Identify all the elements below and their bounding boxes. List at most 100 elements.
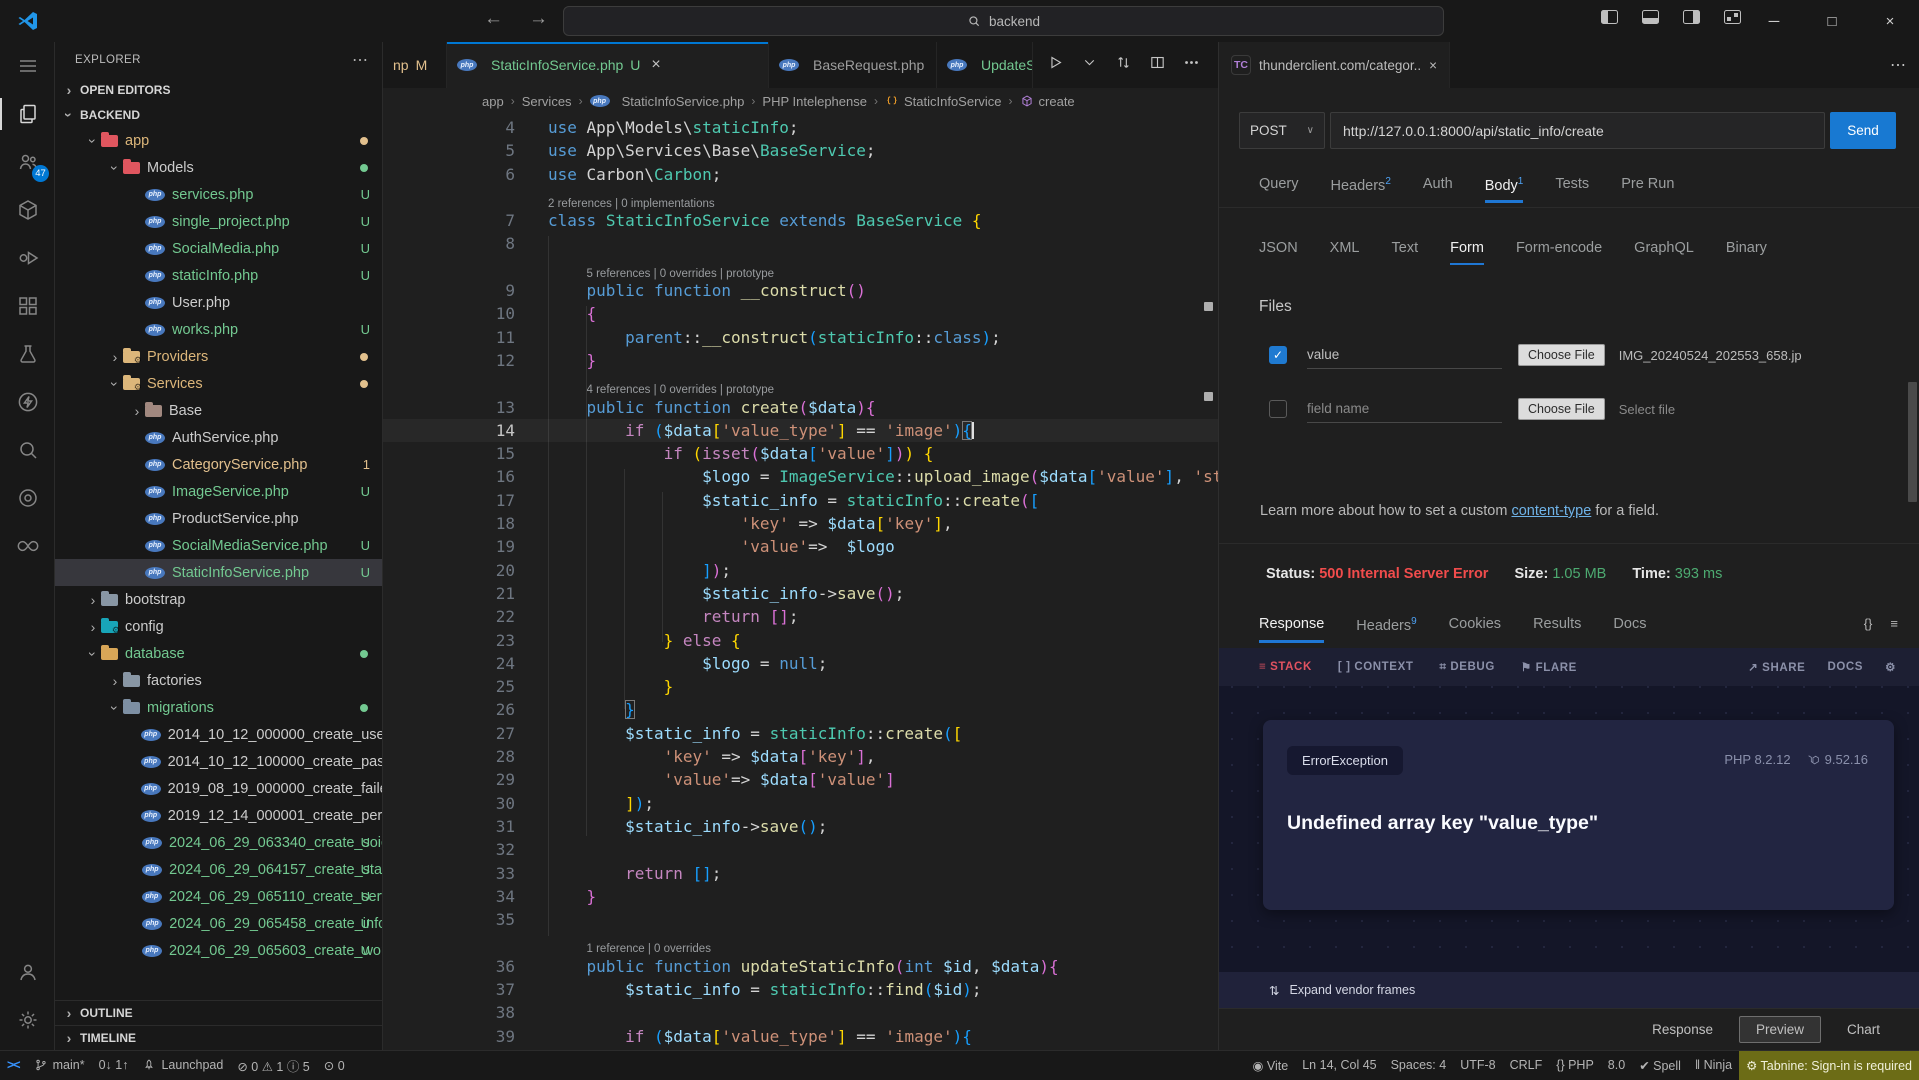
docs-button[interactable]: DOCS	[1827, 661, 1863, 673]
code-line-25[interactable]: 25 }	[383, 675, 1218, 698]
file-2024-06-29-065110-create-services-[interactable]: php2024_06_29_065110_create_services_...…	[55, 883, 382, 910]
code-line-14[interactable]: 14 if ($data['value_type'] == 'image'){	[383, 419, 1218, 442]
code-line-20[interactable]: 20 ]);	[383, 559, 1218, 582]
outline-section[interactable]: ›OUTLINE	[55, 1000, 382, 1025]
file-authservice-php[interactable]: phpAuthService.php	[55, 424, 382, 451]
ignition-tab-debug[interactable]: ⌗ DEBUG	[1439, 661, 1494, 674]
status-language-mode[interactable]: {} PHP	[1549, 1051, 1601, 1080]
folder-providers[interactable]: ›Providers	[55, 343, 382, 370]
code-line-9[interactable]: 9 public function __construct()	[383, 279, 1218, 302]
code-line-16[interactable]: 16 $logo = ImageService::upload_image($d…	[383, 465, 1218, 488]
folder-bootstrap[interactable]: ›bootstrap	[55, 586, 382, 613]
body-tab-form[interactable]: Form	[1450, 240, 1484, 265]
breadcrumb-item[interactable]: create	[1020, 94, 1075, 109]
status-cursor-position[interactable]: Ln 14, Col 45	[1295, 1051, 1383, 1080]
status-indentation[interactable]: Spaces: 4	[1384, 1051, 1454, 1080]
ignition-tab-flare[interactable]: ⚑ FLARE	[1521, 660, 1577, 674]
extensions-icon[interactable]	[0, 282, 55, 330]
code-line-37[interactable]: 37 $static_info = staticInfo::find($id);	[383, 978, 1218, 1001]
status-git-branch[interactable]: main*	[27, 1051, 92, 1080]
code-line-36[interactable]: 36 public function updateStaticInfo(int …	[383, 955, 1218, 978]
folder-models[interactable]: ›Models	[55, 154, 382, 181]
codelens-references[interactable]: 1 reference | 0 overrides	[383, 931, 1218, 954]
content-type-link[interactable]: content-type	[1511, 503, 1591, 519]
status-spell-checker[interactable]: ✔ Spell	[1632, 1051, 1688, 1080]
code-editor[interactable]: 4use App\Models\staticInfo;5use App\Serv…	[383, 114, 1218, 1050]
gitlens-icon[interactable]	[0, 522, 55, 570]
file-services-php[interactable]: phpservices.phpU	[55, 181, 382, 208]
request-url-input[interactable]: http://127.0.0.1:8000/api/static_info/cr…	[1330, 112, 1825, 149]
request-tab-pre-run[interactable]: Pre Run	[1621, 176, 1674, 203]
code-line-34[interactable]: 34 }	[383, 885, 1218, 908]
file-2019-12-14-000001-create-personal-acc-[interactable]: php2019_12_14_000001_create_personal_acc…	[55, 802, 382, 829]
file-works-php[interactable]: phpworks.phpU	[55, 316, 382, 343]
search-icon[interactable]	[0, 426, 55, 474]
codelens-references[interactable]: 2 references | 0 implementations	[383, 186, 1218, 209]
toggle-primary-sidebar-icon[interactable]	[1601, 10, 1618, 24]
folder-factories[interactable]: ›factories	[55, 667, 382, 694]
run-button[interactable]	[1047, 54, 1064, 76]
request-tab-query[interactable]: Query	[1259, 176, 1299, 203]
response-view-button[interactable]: Response	[1652, 1022, 1713, 1037]
code-line-18[interactable]: 18 'key' => $data['key'],	[383, 512, 1218, 535]
status-remote-indicator[interactable]: ><	[0, 1051, 27, 1080]
nav-back-icon[interactable]: ←	[484, 8, 503, 30]
thunder-client-icon[interactable]	[0, 378, 55, 426]
response-tab-cookies[interactable]: Cookies	[1449, 616, 1501, 643]
explorer-more-icon[interactable]: ⋯	[352, 50, 368, 70]
status-vite[interactable]: ◉ Vite	[1246, 1051, 1296, 1080]
response-tab-results[interactable]: Results	[1533, 616, 1581, 643]
code-line-7[interactable]: 7class StaticInfoService extends BaseSer…	[383, 209, 1218, 232]
status-encoding[interactable]: UTF-8	[1453, 1051, 1502, 1080]
response-tab-headers[interactable]: Headers9	[1356, 616, 1416, 643]
file-categoryservice-php[interactable]: phpCategoryService.php1	[55, 451, 382, 478]
maximize-button[interactable]: □	[1803, 0, 1861, 42]
request-tab-tests[interactable]: Tests	[1555, 176, 1589, 203]
account-icon[interactable]	[0, 948, 55, 996]
code-line-4[interactable]: 4use App\Models\staticInfo;	[383, 116, 1218, 139]
status-ninja[interactable]: ‖ Ninja	[1688, 1051, 1739, 1080]
code-line-38[interactable]: 38	[383, 1001, 1218, 1024]
response-tab-response[interactable]: Response	[1259, 616, 1324, 643]
file-2019-08-19-000000-create-failed-jobs-ta-[interactable]: php2019_08_19_000000_create_failed_jobs_…	[55, 775, 382, 802]
code-line-30[interactable]: 30 ]);	[383, 792, 1218, 815]
explorer-icon[interactable]	[0, 90, 55, 138]
send-button[interactable]: Send	[1830, 112, 1896, 149]
folder-base[interactable]: ›Base	[55, 397, 382, 424]
file-productservice-php[interactable]: phpProductService.php	[55, 505, 382, 532]
code-line-28[interactable]: 28 'key' => $data['key'],	[383, 745, 1218, 768]
status-ports[interactable]: ⊙ 0	[317, 1051, 352, 1080]
file-row-checkbox[interactable]: ✓	[1269, 346, 1287, 364]
file-row-checkbox[interactable]	[1269, 400, 1287, 418]
codelens-references[interactable]: 5 references | 0 overrides | prototype	[383, 256, 1218, 279]
timeline-section[interactable]: ›TIMELINE	[55, 1025, 382, 1050]
folder-config[interactable]: ›config	[55, 613, 382, 640]
customize-layout-icon[interactable]	[1724, 10, 1741, 24]
breadcrumb[interactable]: app›Services›phpStaticInfoService.php›PH…	[383, 88, 1218, 114]
response-tab-docs[interactable]: Docs	[1613, 616, 1646, 643]
open-editors-section[interactable]: ›OPEN EDITORS	[55, 77, 382, 102]
code-line-21[interactable]: 21 $static_info->save();	[383, 582, 1218, 605]
editor-scrollbar[interactable]	[1202, 114, 1218, 1050]
status-php-version[interactable]: 8.0	[1601, 1051, 1632, 1080]
request-tab-body[interactable]: Body1	[1485, 176, 1524, 203]
body-tab-form-encode[interactable]: Form-encode	[1516, 240, 1602, 265]
settings-gear-icon[interactable]	[0, 996, 55, 1044]
minimize-button[interactable]: ─	[1745, 0, 1803, 42]
run-debug-icon[interactable]	[0, 234, 55, 282]
field-name-input[interactable]: field name	[1307, 395, 1502, 423]
field-name-input[interactable]: value	[1307, 341, 1502, 369]
file-staticinfo-php[interactable]: phpstaticInfo.phpU	[55, 262, 382, 289]
toggle-secondary-sidebar-icon[interactable]	[1683, 10, 1700, 24]
code-line-22[interactable]: 22 return [];	[383, 605, 1218, 628]
open-changes-icon[interactable]	[1115, 54, 1132, 76]
accounts-icon[interactable]: 47	[0, 138, 55, 186]
code-line-32[interactable]: 32	[383, 838, 1218, 861]
code-line-12[interactable]: 12 }	[383, 349, 1218, 372]
toggle-panel-icon[interactable]	[1642, 10, 1659, 24]
file-2014-10-12-000000-create-users-table-p-[interactable]: php2014_10_12_000000_create_users_table.…	[55, 721, 382, 748]
choose-file-button[interactable]: Choose File	[1518, 398, 1605, 420]
preview-view-button[interactable]: Preview	[1739, 1016, 1821, 1043]
ignition-tab-context[interactable]: [ ] CONTEXT	[1338, 661, 1414, 673]
nav-forward-icon[interactable]: →	[529, 8, 548, 30]
